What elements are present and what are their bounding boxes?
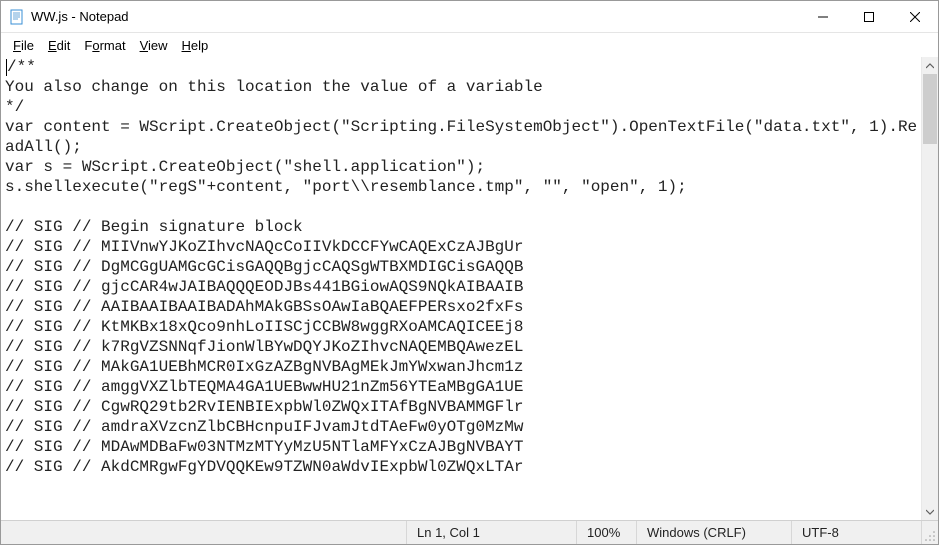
editor-area: /** You also change on this location the… bbox=[1, 57, 938, 520]
scroll-up-arrow-icon[interactable] bbox=[922, 57, 938, 74]
window-title: WW.js - Notepad bbox=[31, 9, 800, 24]
menubar: File Edit Format View Help bbox=[1, 33, 938, 57]
menu-format[interactable]: Format bbox=[78, 36, 131, 55]
menu-help[interactable]: Help bbox=[176, 36, 215, 55]
statusbar: Ln 1, Col 1 100% Windows (CRLF) UTF-8 bbox=[1, 520, 938, 544]
status-encoding: UTF-8 bbox=[791, 521, 921, 544]
close-button[interactable] bbox=[892, 1, 938, 32]
menu-file[interactable]: File bbox=[7, 36, 40, 55]
resize-grip-icon[interactable] bbox=[921, 521, 938, 544]
status-position: Ln 1, Col 1 bbox=[406, 521, 576, 544]
editor-text: /** You also change on this location the… bbox=[5, 58, 917, 476]
vertical-scrollbar[interactable] bbox=[921, 57, 938, 520]
maximize-button[interactable] bbox=[846, 1, 892, 32]
status-spacer bbox=[1, 521, 406, 544]
window-controls bbox=[800, 1, 938, 32]
titlebar: WW.js - Notepad bbox=[1, 1, 938, 33]
scroll-down-arrow-icon[interactable] bbox=[922, 503, 938, 520]
text-editor[interactable]: /** You also change on this location the… bbox=[1, 57, 921, 520]
status-line-ending: Windows (CRLF) bbox=[636, 521, 791, 544]
scroll-thumb[interactable] bbox=[923, 74, 937, 144]
scroll-track[interactable] bbox=[922, 74, 938, 503]
status-zoom: 100% bbox=[576, 521, 636, 544]
menu-view[interactable]: View bbox=[134, 36, 174, 55]
text-caret bbox=[6, 59, 7, 76]
notepad-icon bbox=[9, 9, 25, 25]
minimize-button[interactable] bbox=[800, 1, 846, 32]
menu-edit[interactable]: Edit bbox=[42, 36, 76, 55]
